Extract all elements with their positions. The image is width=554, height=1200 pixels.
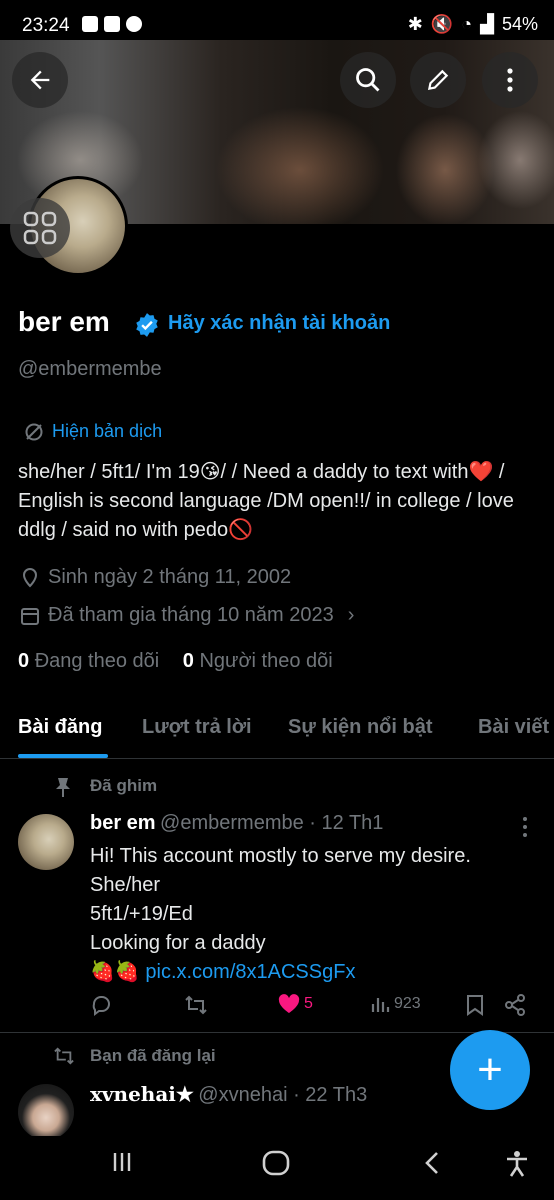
profile-bio: she/her / 5ft1/ I'm 19😘/ / Need a daddy … [18,461,514,541]
heart-filled-icon [278,994,300,1013]
following-label: Đang theo dõi [34,650,160,672]
tweet-more-icon[interactable] [522,816,528,838]
repost-handle-date: @xvnehai · 22 Th3 [198,1084,368,1106]
pinned-label: Đã ghim [90,776,158,795]
views-button[interactable]: 923 [370,994,421,1014]
pin-icon [56,778,70,797]
search-button[interactable] [340,52,396,108]
search-icon [356,68,380,92]
tweet-line: 5ft1/+19/Ed [90,903,193,925]
analytics-icon [371,998,390,1012]
arrow-left-icon [30,70,50,90]
following-link[interactable]: 0 Đang theo dõi [18,650,159,672]
followers-count: 0 [182,650,194,672]
like-count: 5 [304,995,313,1012]
following-count: 0 [18,650,30,672]
home-icon[interactable] [262,1150,290,1176]
share-icon [505,994,525,1016]
status-time: 23:24 [22,15,70,36]
birthday-text: Sinh ngày 2 tháng 11, 2002 [48,566,292,588]
translate-label: Hiện bản dịch [52,421,163,441]
bookmark-button[interactable] [466,994,484,1016]
mute-icon: 🔇 [430,14,454,34]
tweet-avatar[interactable] [18,814,74,870]
retweet-button[interactable] [184,994,208,1016]
back-nav-icon[interactable] [422,1150,442,1176]
calendar-icon [21,607,39,625]
retweet-icon [185,995,207,1015]
tab-highlights[interactable]: Sự kiện nổi bật [288,716,433,739]
view-count: 923 [394,995,421,1012]
more-vertical-icon [507,68,513,92]
more-button[interactable] [482,52,538,108]
recents-icon[interactable] [110,1150,134,1174]
followers-link[interactable]: 0 Người theo dõi [183,650,333,672]
back-button[interactable] [12,52,68,108]
tab-posts[interactable]: Bài đăng [18,716,102,739]
joined-text: Đã tham gia tháng 10 năm 2023 [48,604,334,626]
tweet-line: 🍓🍓 pic.x.com/8x1ACSSgFx [90,958,530,987]
tweet-line: Hi! This account mostly to serve my desi… [90,845,471,867]
tweet-text: Hi! This account mostly to serve my desi… [90,842,530,987]
followers-label: Người theo dõi [199,650,333,672]
repost-label: Bạn đã đăng lại [90,1046,216,1065]
bookmark-icon [467,995,483,1016]
profile-name: ber em [18,306,110,337]
tweet-handle-date: @embermembe · 12 Th1 [160,812,384,834]
repost-avatar[interactable] [18,1084,74,1140]
profile-handle: @embermembe [18,358,162,380]
plus-icon: + [477,1045,503,1094]
repost-icon [54,1047,74,1065]
system-nav-bar [0,1136,554,1200]
share-button[interactable] [504,994,526,1016]
tweet-header: ber em @embermembe · 12 Th1 [90,812,383,835]
signal-icon: ▟ [480,14,494,34]
tweet-author-name[interactable]: ber em [90,812,156,834]
translate-link[interactable]: Hiện bản dịch [24,421,162,442]
compose-button[interactable]: + [450,1030,530,1110]
repost-author-name[interactable]: xvnehai★ [90,1082,194,1106]
battery-percent: 54% [501,14,538,34]
profile-tabs: Bài đăng Lượt trả lời Sự kiện nổi bật Bà… [0,700,554,759]
like-button[interactable]: 5 [278,994,313,1014]
system-icons: ✱ 🔇 ◔ ▟ 54% [408,14,538,35]
verified-badge-icon[interactable] [134,312,160,338]
pencil-icon [427,69,449,91]
reply-icon [92,996,110,1016]
reply-button[interactable] [90,994,112,1016]
dnd-icon [126,16,142,32]
check-icon [104,16,120,32]
gallery-overlay-button[interactable] [10,198,70,258]
translate-icon [25,423,43,440]
follow-stats: 0 Đang theo dõi 0 Người theo dõi [18,650,333,673]
tweet-divider [0,1032,554,1033]
gallery-icon [82,16,98,32]
wifi-icon: ◔ [461,14,473,34]
strawberry-emoji: 🍓🍓 [90,961,140,983]
tab-articles[interactable]: Bài viết [478,716,549,739]
tab-replies[interactable]: Lượt trả lời [142,716,252,739]
accessibility-icon[interactable] [504,1150,530,1178]
active-tab-indicator [18,754,108,758]
verify-account-link[interactable]: Hãy xác nhận tài khoản [168,312,390,335]
chevron-right-icon: › [347,604,355,626]
birthday-row: Sinh ngày 2 tháng 11, 2002 [20,566,291,589]
edit-button[interactable] [410,52,466,108]
grid-icon [23,211,57,245]
tweet-actions: 5 923 [90,994,530,1022]
joined-row[interactable]: Đã tham gia tháng 10 năm 2023 › [20,604,354,627]
tweet-line: She/her [90,874,161,896]
notification-icons [82,16,142,32]
repost-header: xvnehai★ @xvnehai · 22 Th3 [90,1082,367,1107]
location-pin-icon [22,567,38,587]
tweet-line: Looking for a daddy [90,932,266,954]
tweet-media-link[interactable]: pic.x.com/8x1ACSSgFx [145,961,355,983]
bluetooth-icon: ✱ [407,14,423,34]
